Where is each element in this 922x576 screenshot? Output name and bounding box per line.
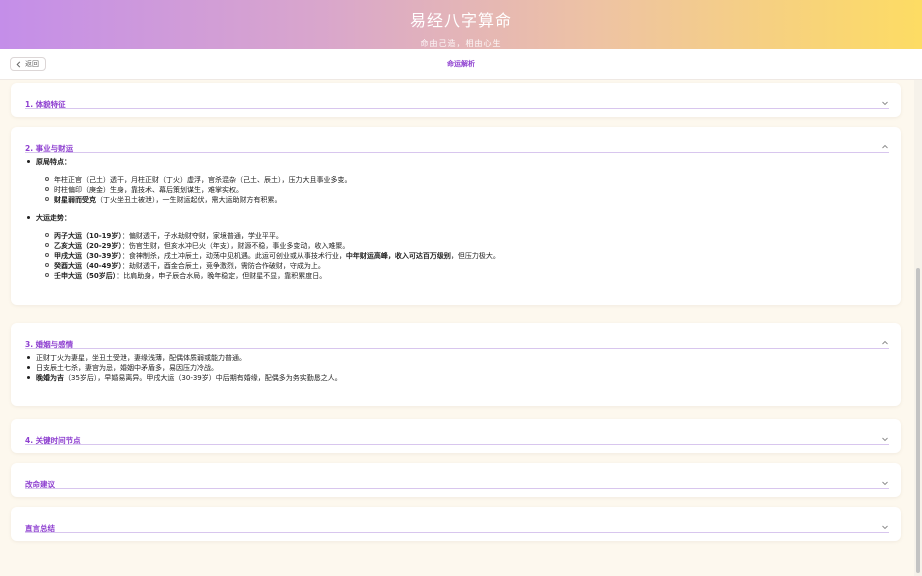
list-item: 正财丁火为妻星，坐丑土受泄，妻缘浅薄，配偶体质弱或能力普通。 (27, 353, 246, 363)
section-card-career: 2. 事业与财运 原局特点： 年柱正官（己土）透干，月柱正财（丁火）虚浮，官杀混… (11, 127, 901, 305)
section-title: 直言总结 (25, 524, 55, 533)
chevron-down-icon (882, 101, 888, 106)
back-button[interactable]: 返回 (10, 57, 46, 71)
back-button-label: 返回 (25, 60, 39, 68)
chevron-down-icon (882, 525, 888, 530)
section-card-summary: 直言总结 (11, 507, 901, 541)
section-header-summary[interactable]: 直言总结 (25, 521, 889, 533)
section-title: 1. 体貌特征 (25, 100, 66, 109)
origin-heading: 原局特点： (27, 157, 71, 167)
list-item: 年柱正官（己土）透干，月柱正财（丁火）虚浮，官杀混杂（己土、辰土），压力大且事业… (45, 175, 352, 185)
section-card-body: 1. 体貌特征 (11, 83, 901, 117)
section-title: 3. 婚姻与感情 (25, 340, 74, 349)
navbar: 返回 命运解析 (0, 49, 922, 80)
chevron-down-icon (882, 437, 888, 442)
section-header-career[interactable]: 2. 事业与财运 (25, 141, 889, 153)
section-header-timeline[interactable]: 4. 关键时间节点 (25, 433, 889, 445)
list-item: 甲戌大运（30-39岁）：食神制杀，戌土冲辰土，动荡中见机遇。此运可创业或从事技… (45, 251, 500, 261)
chevron-up-icon (882, 144, 888, 149)
section-header-marriage[interactable]: 3. 婚姻与感情 (25, 337, 889, 349)
app-title: 易经八字算命 (409, 11, 512, 30)
app-subtitle: 命由己造，相由心生 (420, 39, 502, 48)
scrollbar-thumb[interactable] (916, 268, 920, 573)
list-item: 晚婚为吉（35岁后），早婚易离异。甲戌大运（30-39岁）中后期有婚缘，配偶多为… (27, 373, 342, 383)
list-item: 壬申大运（50岁后）：比肩助身，申子辰合水局，晚年稳定，但财星不显，靠积累度日。 (45, 271, 326, 281)
luck-heading: 大运走势： (27, 213, 71, 223)
page-title: 命运解析 (447, 60, 475, 68)
list-item: 乙亥大运（20-29岁）：伤官生财，但亥水冲巳火（年支），财源不稳，事业多变动，… (45, 241, 349, 251)
section-title: 改命建议 (25, 480, 55, 489)
section-header-advice[interactable]: 改命建议 (25, 477, 889, 489)
list-item: 日支辰土七杀，妻宫为忌，婚姻中矛盾多，易因压力冷战。 (27, 363, 218, 373)
section-card-timeline: 4. 关键时间节点 (11, 419, 901, 453)
chevron-up-icon (882, 340, 888, 345)
section-title: 4. 关键时间节点 (25, 436, 81, 445)
list-item: 财星弱而受克（丁火坐丑土被泄），一生财运起伏，需大运助财方有积累。 (45, 195, 282, 205)
section-title: 2. 事业与财运 (25, 144, 74, 153)
section-card-marriage: 3. 婚姻与感情 正财丁火为妻星，坐丑土受泄，妻缘浅薄，配偶体质弱或能力普通。 … (11, 323, 901, 406)
list-item: 癸酉大运（40-49岁）：劫财透干，酉金合辰土，竞争激烈，需防合作破财，守成为上… (45, 261, 325, 271)
list-item: 时柱偏印（庚金）生身，靠技术、幕后策划谋生，难掌实权。 (45, 185, 243, 195)
section-header-body[interactable]: 1. 体貌特征 (25, 97, 889, 109)
content-scroll-area[interactable]: 1. 体貌特征 2. 事业与财运 原局特点： 年柱正官（己土）透干，月柱正财（丁… (0, 80, 922, 576)
chevron-left-icon (16, 61, 21, 67)
section-card-advice: 改命建议 (11, 463, 901, 497)
list-item: 丙子大运（10-19岁）：偏财透干，子水劫财夺财，家境普通，学业平平。 (45, 231, 283, 241)
app-banner: 易经八字算命 命由己造，相由心生 (0, 0, 922, 49)
chevron-down-icon (882, 481, 888, 486)
